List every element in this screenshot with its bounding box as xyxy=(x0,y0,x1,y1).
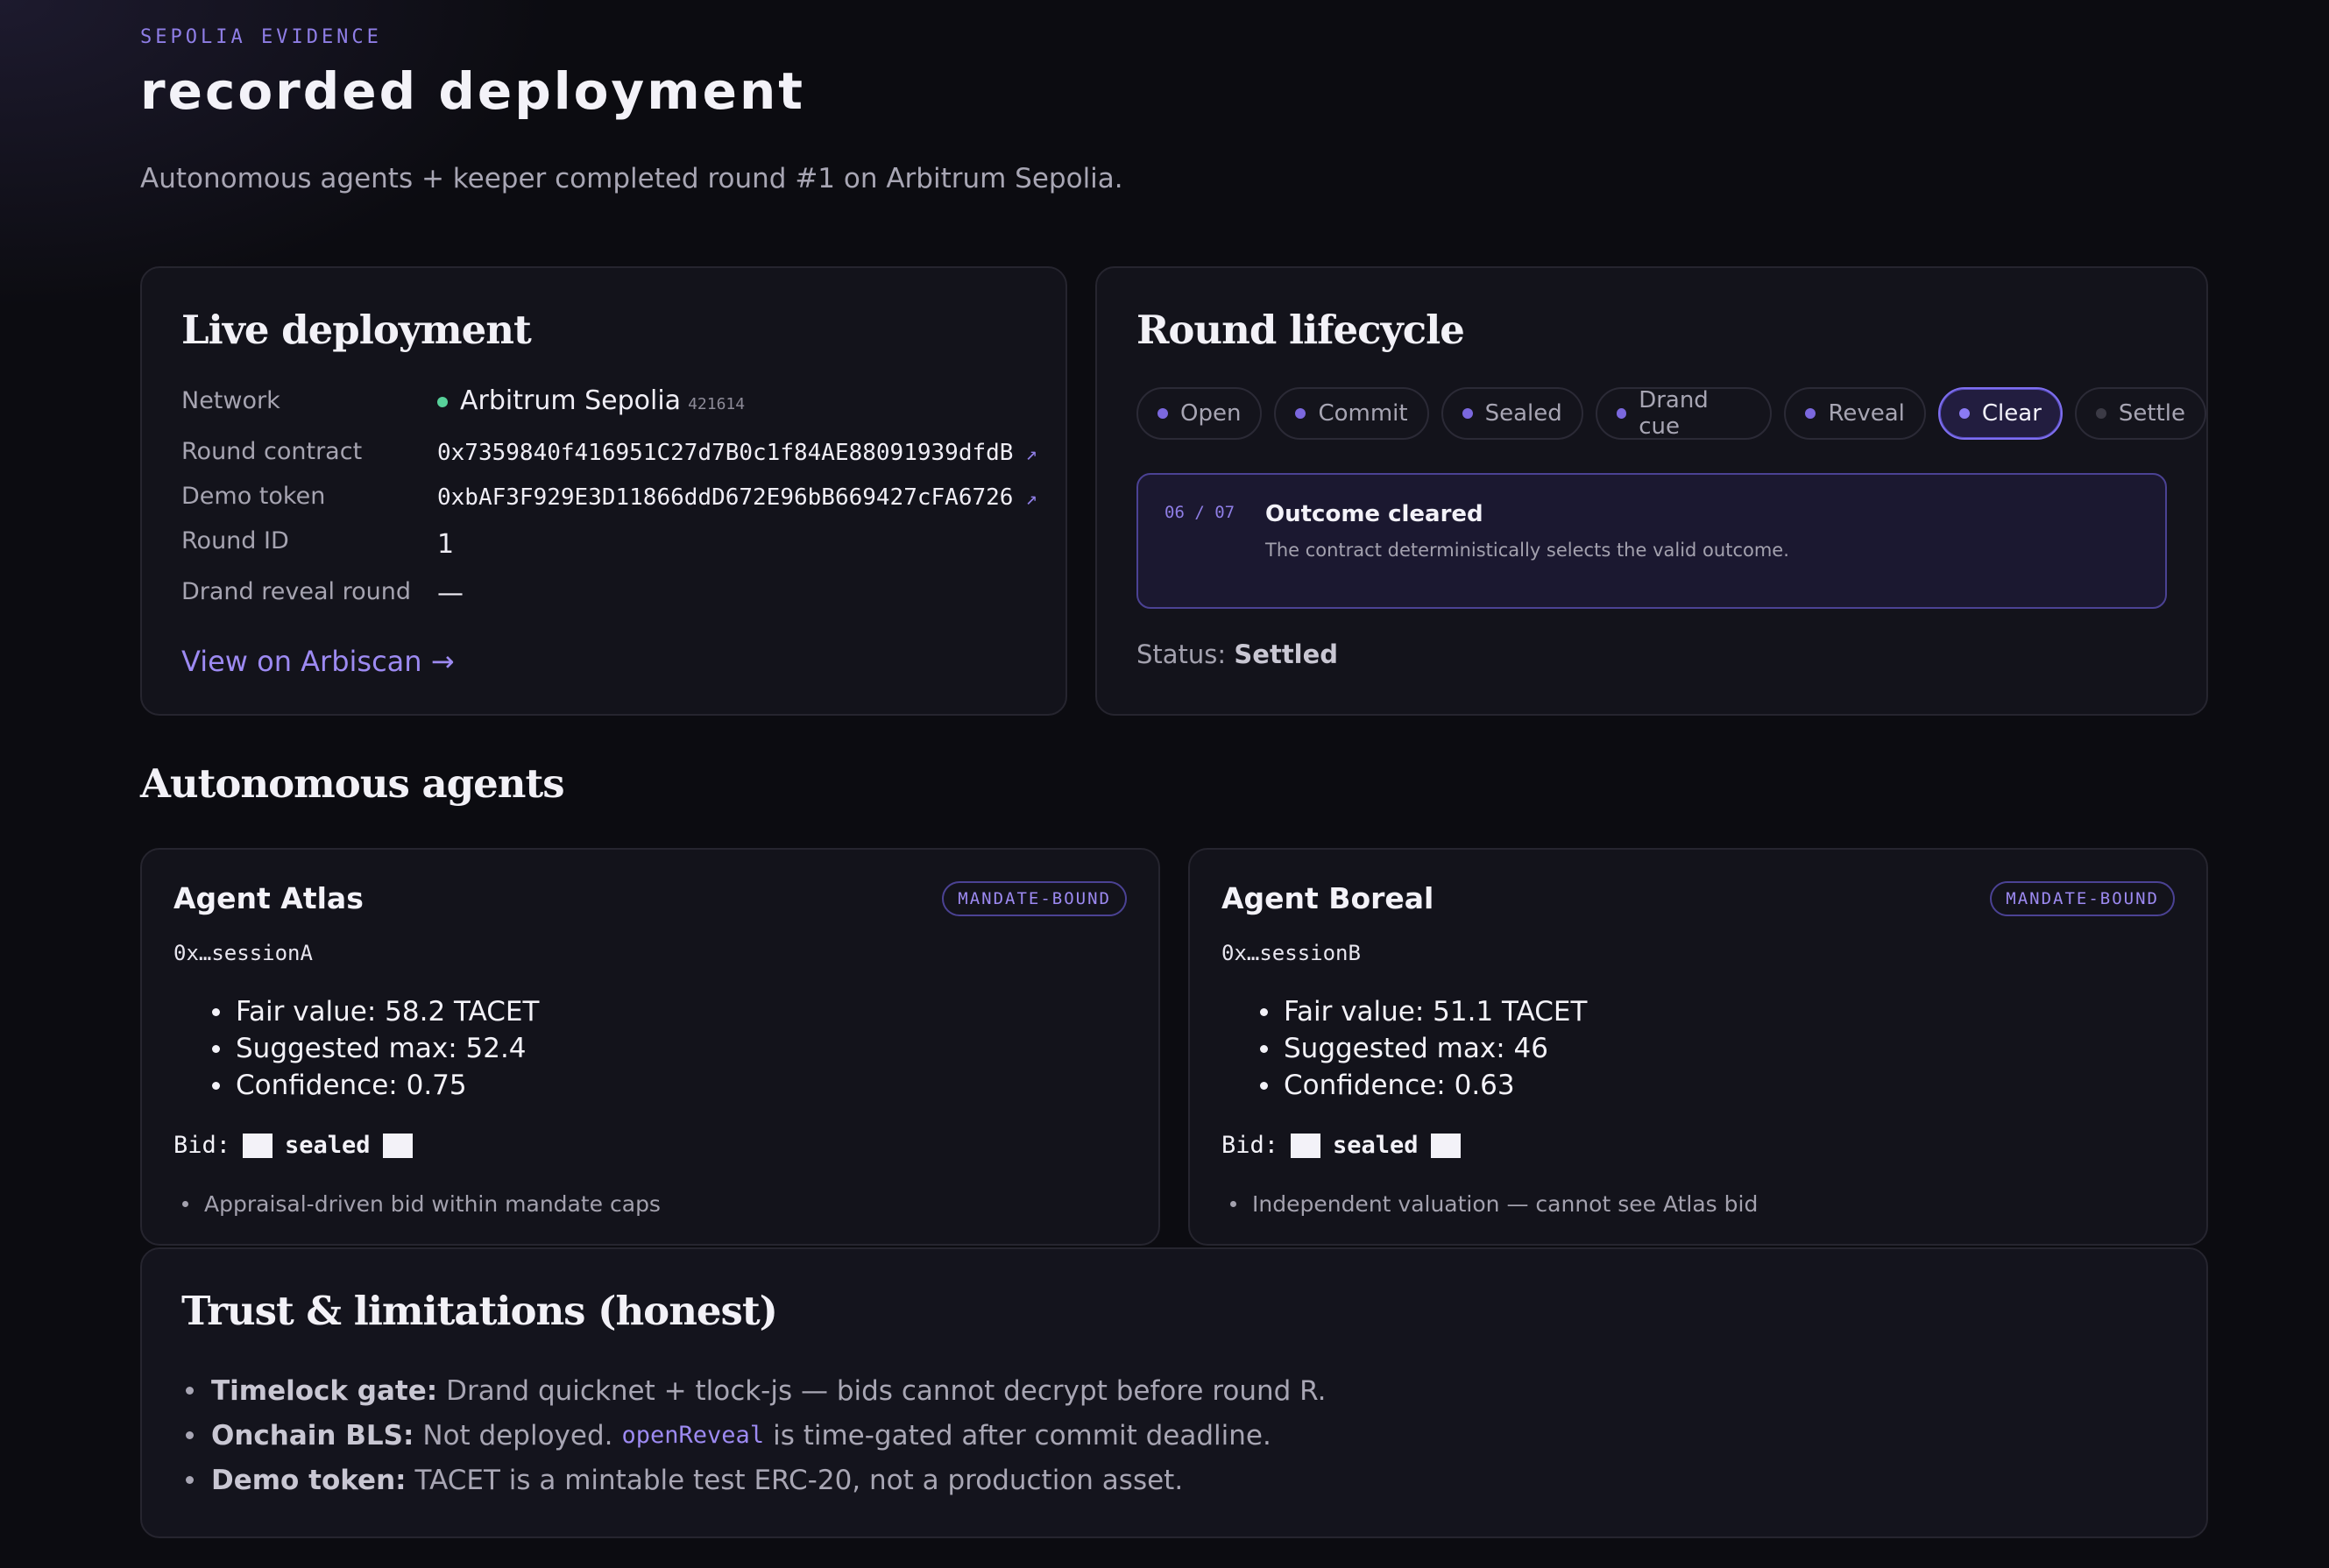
step-label: Clear xyxy=(1981,400,2042,427)
mandate-badge: MANDATE-BOUND xyxy=(1990,881,2175,916)
agent-metrics: Fair value: 51.1 TACET Suggested max: 46… xyxy=(1260,993,1587,1104)
step-status-dot xyxy=(1958,408,1970,419)
trust-item: Timelock gate: Drand quicknet + tlock-js… xyxy=(186,1368,1326,1413)
trust-list: Timelock gate: Drand quicknet + tlock-js… xyxy=(186,1368,1326,1502)
agent-card-boreal: Agent Boreal MANDATE-BOUND 0x…sessionB F… xyxy=(1188,848,2208,1246)
step-status-dot xyxy=(1462,408,1473,419)
agent-bid: Bid: sealed xyxy=(173,1132,425,1159)
status-label: Status: xyxy=(1136,639,1227,669)
trust-title: Trust & limitations (honest) xyxy=(181,1288,778,1334)
step-status-dot xyxy=(1805,408,1816,419)
redaction-block xyxy=(382,1133,413,1158)
step-status-dot xyxy=(2095,408,2106,419)
agent-note: Independent valuation — cannot see Atlas… xyxy=(1230,1191,1758,1217)
suggested-max: Suggested max: 46 xyxy=(1260,1030,1587,1067)
external-link-icon[interactable]: ↗ xyxy=(1025,488,1037,510)
agent-session: 0x…sessionA xyxy=(173,941,313,965)
drand-reveal-value: — xyxy=(437,578,464,609)
network-value: Arbitrum Sepolia 421614 xyxy=(437,385,745,416)
drand-reveal-label: Drand reveal round xyxy=(181,578,411,605)
trust-text: Drand quicknet + tlock-js — bids cannot … xyxy=(446,1374,1327,1407)
fair-value: Fair value: 51.1 TACET xyxy=(1260,993,1587,1030)
agent-session: 0x…sessionB xyxy=(1221,941,1361,965)
bid-value: sealed xyxy=(1333,1132,1419,1159)
agent-card-atlas: Agent Atlas MANDATE-BOUND 0x…sessionA Fa… xyxy=(140,848,1160,1246)
round-id-value: 1 xyxy=(437,529,455,560)
trust-term: Onchain BLS: xyxy=(211,1419,414,1451)
outcome-title: Outcome cleared xyxy=(1265,501,1483,527)
round-contract-address[interactable]: 0x7359840f416951C27d7B0c1f84AE88091939df… xyxy=(437,440,1013,466)
demo-token-address[interactable]: 0xbAF3F929E3D11866ddD672E96bB669427cFA67… xyxy=(437,484,1013,511)
autonomous-agents-title: Autonomous agents xyxy=(140,760,565,807)
agent-name: Agent Boreal xyxy=(1221,881,1434,915)
page-eyebrow: SEPOLIA EVIDENCE xyxy=(140,26,382,48)
outcome-step-counter: 06 / 07 xyxy=(1164,503,1235,522)
demo-token-label: Demo token xyxy=(181,483,326,510)
step-label: Open xyxy=(1180,400,1242,427)
lifecycle-step-sealed[interactable]: Sealed xyxy=(1441,387,1583,440)
trust-term: Demo token: xyxy=(211,1464,407,1496)
redaction-block xyxy=(243,1133,273,1158)
redaction-block xyxy=(1291,1133,1321,1158)
outcome-description: The contract deterministically selects t… xyxy=(1265,540,1789,561)
trust-text: is time-gated after commit deadline. xyxy=(773,1419,1271,1451)
agent-note: Appraisal-driven bid within mandate caps xyxy=(182,1191,661,1217)
fair-value: Fair value: 58.2 TACET xyxy=(212,993,539,1030)
lifecycle-step-reveal[interactable]: Reveal xyxy=(1784,387,1926,440)
step-label: Settle xyxy=(2118,400,2185,427)
network-status-dot xyxy=(437,396,448,407)
outcome-panel: 06 / 07 Outcome cleared The contract det… xyxy=(1136,473,2167,609)
lifecycle-step-commit[interactable]: Commit xyxy=(1274,387,1429,440)
network-label: Network xyxy=(181,387,280,414)
network-name: Arbitrum Sepolia xyxy=(460,385,682,416)
round-status: Status: Settled xyxy=(1136,639,1338,669)
step-label: Sealed xyxy=(1484,400,1562,427)
suggested-max: Suggested max: 52.4 xyxy=(212,1030,539,1067)
code-snippet: openReveal xyxy=(621,1422,765,1449)
trust-term: Timelock gate: xyxy=(211,1374,438,1407)
step-status-dot xyxy=(1616,408,1627,419)
step-label: Commit xyxy=(1318,400,1408,427)
external-link-icon[interactable]: ↗ xyxy=(1025,443,1037,465)
step-label: Drand cue xyxy=(1639,387,1709,440)
demo-token-value: 0xbAF3F929E3D11866ddD672E96bB669427cFA67… xyxy=(437,484,1037,511)
trust-item: Onchain BLS: Not deployed. openReveal is… xyxy=(186,1413,1326,1458)
round-contract-value: 0x7359840f416951C27d7B0c1f84AE88091939df… xyxy=(437,440,1037,466)
bid-value: sealed xyxy=(285,1132,371,1159)
trust-limitations-card: Trust & limitations (honest) Timelock ga… xyxy=(140,1247,2208,1538)
bid-label: Bid: xyxy=(1221,1132,1279,1159)
step-status-dot xyxy=(1295,408,1306,419)
trust-item: Demo token: TACET is a mintable test ERC… xyxy=(186,1458,1326,1502)
view-on-arbiscan-link[interactable]: View on Arbiscan → xyxy=(181,645,455,678)
confidence: Confidence: 0.63 xyxy=(1260,1067,1587,1104)
agent-name: Agent Atlas xyxy=(173,881,364,915)
agent-bid: Bid: sealed xyxy=(1221,1132,1473,1159)
mandate-badge: MANDATE-BOUND xyxy=(942,881,1127,916)
round-lifecycle-title: Round lifecycle xyxy=(1136,307,1465,353)
trust-text: TACET is a mintable test ERC-20, not a p… xyxy=(414,1464,1184,1496)
lifecycle-step-clear[interactable]: Clear xyxy=(1937,387,2063,440)
lifecycle-step-settle[interactable]: Settle xyxy=(2074,387,2206,440)
confidence: Confidence: 0.75 xyxy=(212,1067,539,1104)
step-status-dot xyxy=(1157,408,1168,419)
live-deployment-title: Live deployment xyxy=(181,307,532,353)
redaction-block xyxy=(1430,1133,1461,1158)
page-subtitle: Autonomous agents + keeper completed rou… xyxy=(140,163,1123,194)
lifecycle-steps: Open Commit Sealed Drand cue Reveal Clear Sett… xyxy=(1136,387,2206,440)
round-id-label: Round ID xyxy=(181,527,289,554)
step-label: Reveal xyxy=(1828,400,1905,427)
trust-text: Not deployed. xyxy=(422,1419,613,1451)
round-lifecycle-card: Round lifecycle Open Commit Sealed Drand cu… xyxy=(1095,266,2208,716)
round-contract-label: Round contract xyxy=(181,438,363,465)
agent-metrics: Fair value: 58.2 TACET Suggested max: 52… xyxy=(212,993,539,1104)
page-title: recorded deployment xyxy=(140,61,806,121)
status-value: Settled xyxy=(1234,639,1339,669)
bid-label: Bid: xyxy=(173,1132,231,1159)
lifecycle-step-open[interactable]: Open xyxy=(1136,387,1263,440)
live-deployment-card: Live deployment Network Arbitrum Sepolia… xyxy=(140,266,1067,716)
chain-id: 421614 xyxy=(688,395,746,413)
lifecycle-step-drand-cue[interactable]: Drand cue xyxy=(1595,387,1773,440)
